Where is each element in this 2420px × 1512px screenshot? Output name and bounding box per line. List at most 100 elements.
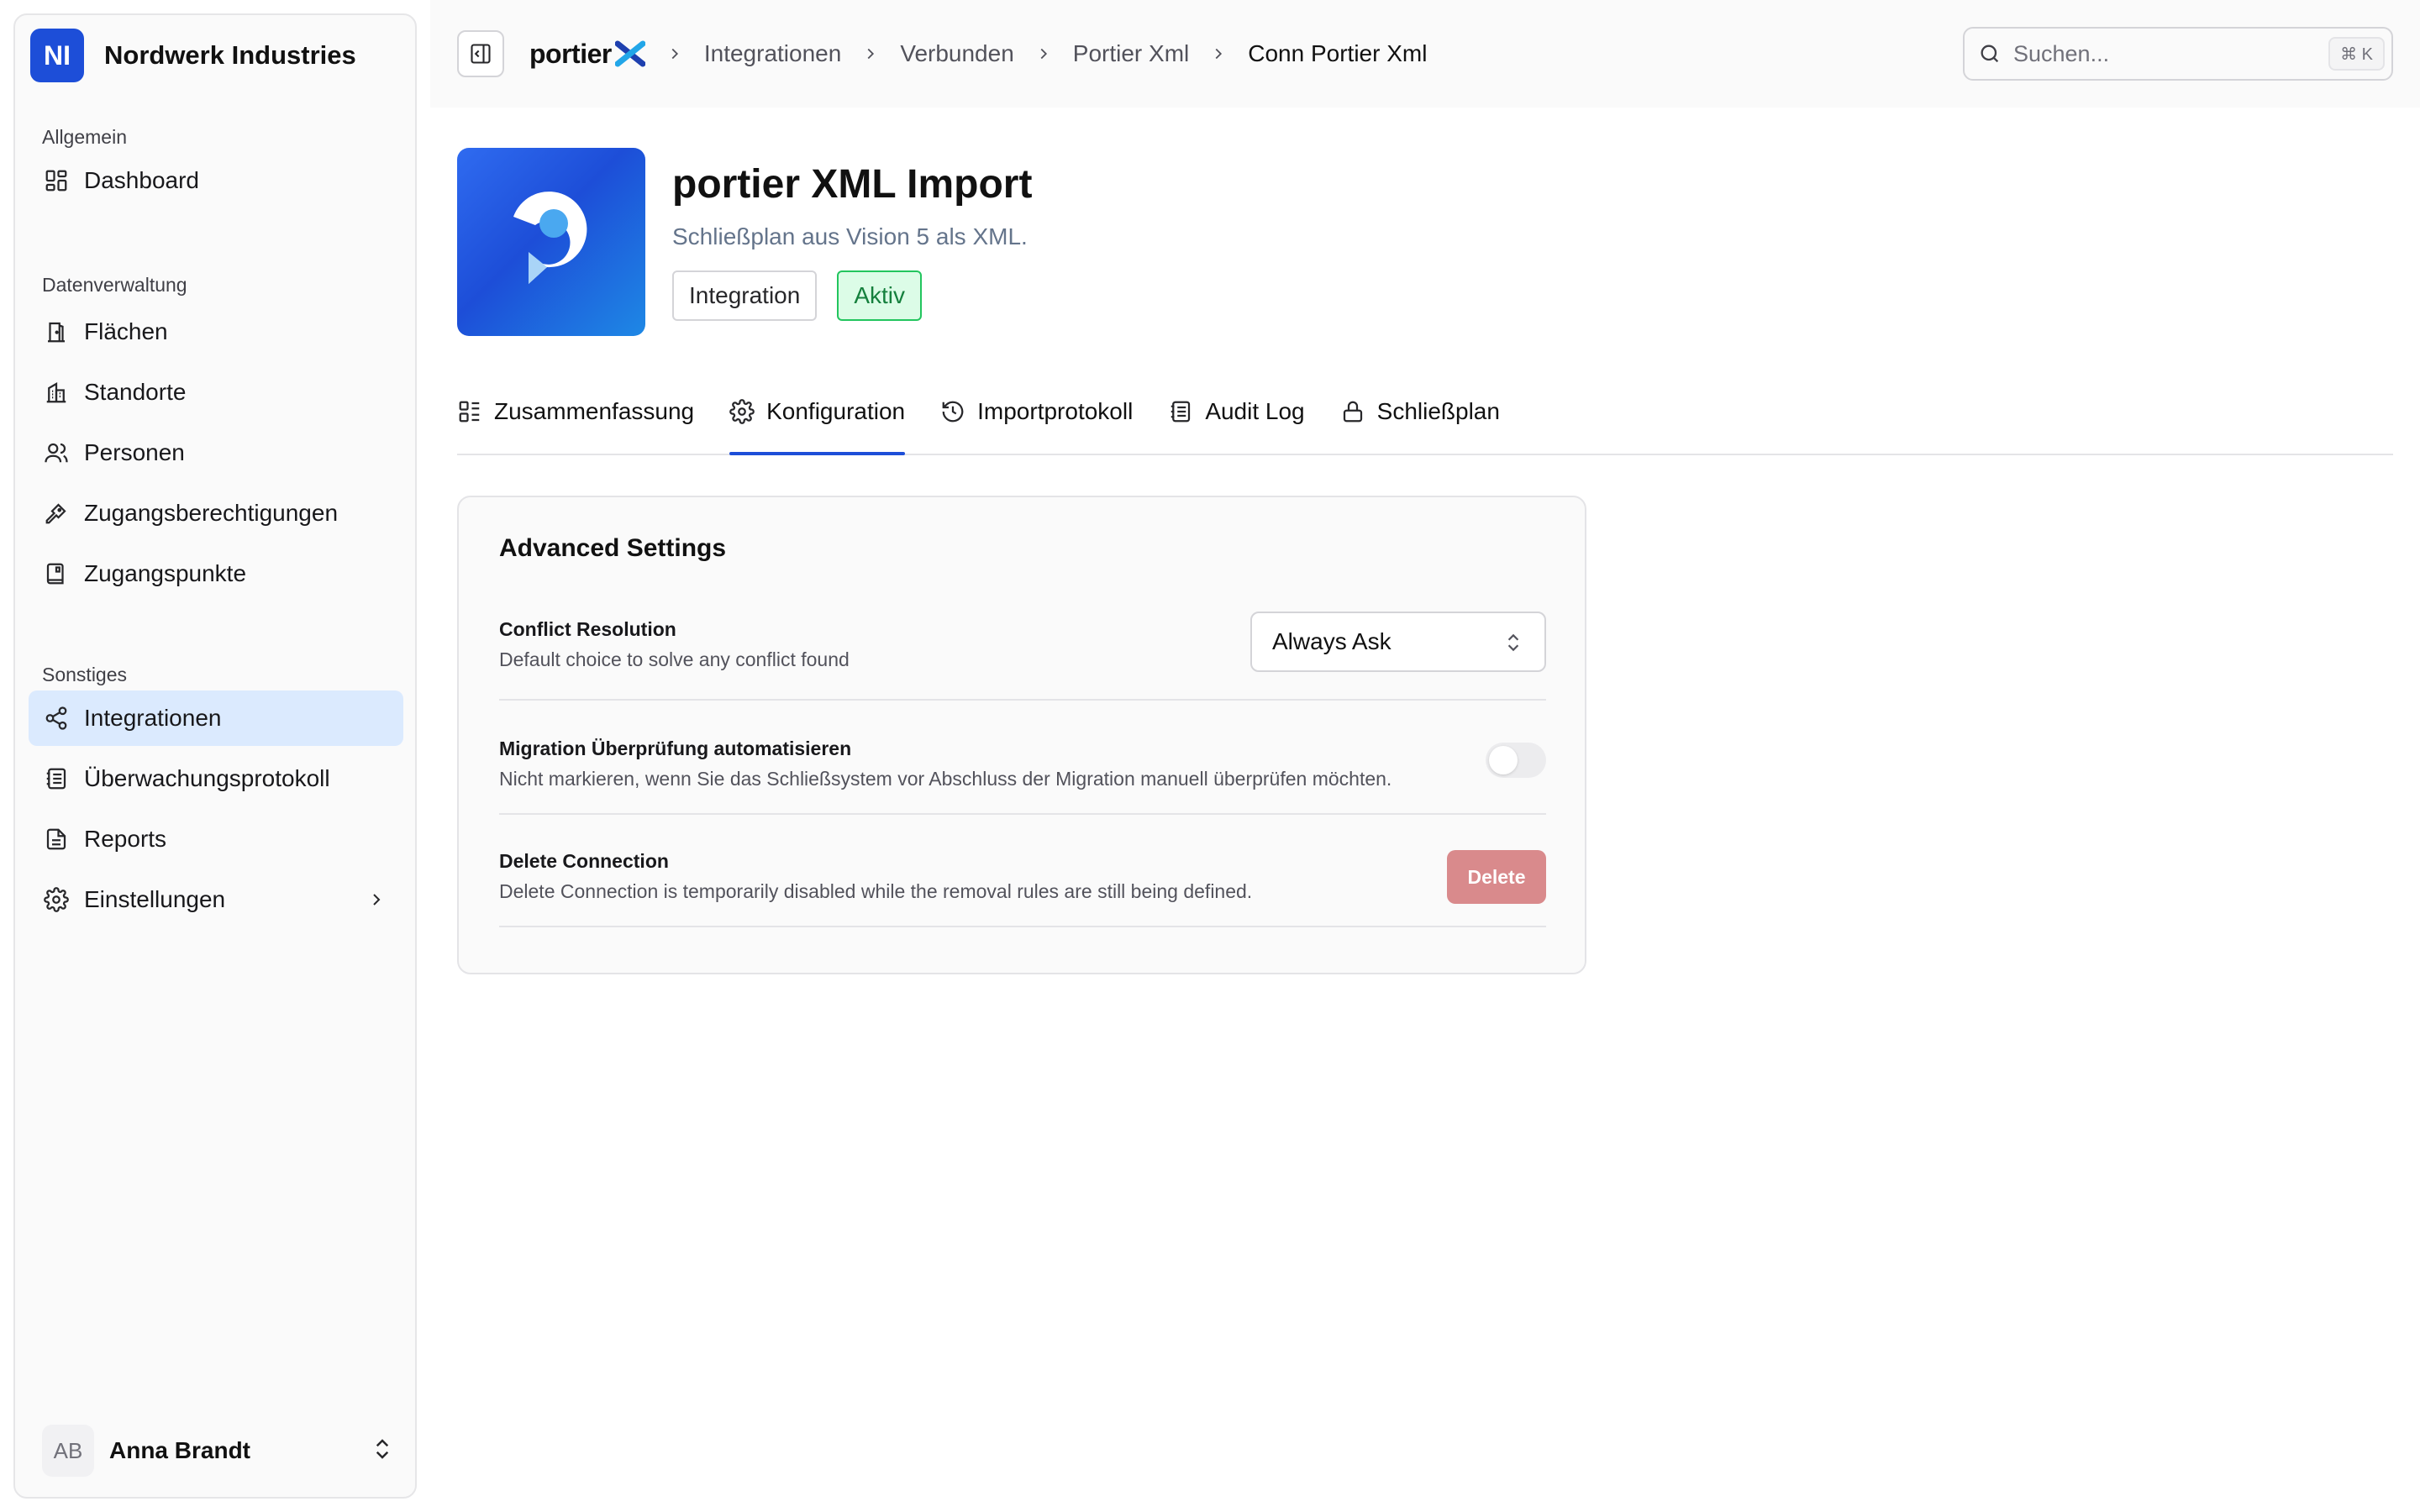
history-icon bbox=[940, 399, 965, 424]
org-switcher[interactable]: NI Nordwerk Industries bbox=[30, 29, 356, 82]
tab-label: Konfiguration bbox=[766, 398, 906, 424]
setting-description: Nicht markieren, wenn Sie das Schließsys… bbox=[499, 768, 1392, 790]
search-shortcut: ⌘ K bbox=[2328, 37, 2385, 71]
setting-migration: Migration Überprüfung automatisieren Nic… bbox=[499, 701, 1546, 815]
chevron-up-down-icon bbox=[370, 1436, 395, 1462]
nav-group-label: Allgemein bbox=[42, 126, 127, 148]
dashboard-icon bbox=[42, 166, 71, 195]
sidebar-item-personen[interactable]: Personen bbox=[29, 425, 403, 480]
tab-konfiguration[interactable]: Konfiguration bbox=[729, 370, 906, 455]
sidebar-item-dashboard[interactable]: Dashboard bbox=[29, 153, 403, 208]
badge-group: Integration Aktiv bbox=[672, 270, 923, 321]
reader-icon bbox=[42, 559, 71, 588]
sidebar-item-label: Integrationen bbox=[84, 705, 222, 731]
log-icon bbox=[42, 764, 71, 793]
nav-group-datenverwaltung: Datenverwaltung Flächen Standorte Person… bbox=[29, 270, 403, 601]
avatar: AB bbox=[42, 1425, 94, 1477]
sidebar-item-standorte[interactable]: Standorte bbox=[29, 365, 403, 420]
building-icon bbox=[42, 378, 71, 407]
brand-name: portier bbox=[529, 38, 612, 69]
org-name: Nordwerk Industries bbox=[104, 40, 356, 70]
nav-group-sonstiges: Sonstiges Integrationen Überwachungsprot… bbox=[29, 660, 403, 927]
card-title: Advanced Settings bbox=[499, 534, 727, 562]
summary-icon bbox=[457, 399, 482, 424]
gear-icon bbox=[42, 885, 71, 914]
chevron-right-icon bbox=[666, 45, 684, 63]
brand-logo[interactable]: portier bbox=[529, 39, 645, 70]
user-menu[interactable]: AB Anna Brandt bbox=[42, 1423, 395, 1478]
gear-icon bbox=[729, 399, 755, 424]
tab-schliessplan[interactable]: Schließplan bbox=[1340, 370, 1500, 454]
sidebar-toggle-button[interactable] bbox=[457, 30, 504, 77]
sidebar-item-reports[interactable]: Reports bbox=[29, 811, 403, 867]
page-subtitle: Schließplan aus Vision 5 als XML. bbox=[672, 223, 1028, 249]
tab-zusammenfassung[interactable]: Zusammenfassung bbox=[457, 370, 694, 454]
toggle-knob bbox=[1489, 746, 1518, 774]
sidebar-item-einstellungen[interactable]: Einstellungen bbox=[29, 872, 403, 927]
sidebar-item-label: Überwachungsprotokoll bbox=[84, 765, 330, 791]
breadcrumb-verbunden[interactable]: Verbunden bbox=[900, 40, 1013, 67]
sidebar-item-label: Dashboard bbox=[84, 167, 199, 193]
tab-audit-log[interactable]: Audit Log bbox=[1168, 370, 1305, 454]
setting-label: Migration Überprüfung automatisieren bbox=[499, 738, 852, 759]
brand-mark-icon bbox=[614, 40, 645, 67]
user-name: Anna Brandt bbox=[109, 1437, 250, 1463]
tab-bar: Zusammenfassung Konfiguration Importprot… bbox=[457, 370, 2393, 455]
breadcrumb-integrationen[interactable]: Integrationen bbox=[704, 40, 841, 67]
type-badge: Integration bbox=[672, 270, 818, 321]
setting-label: Delete Connection bbox=[499, 850, 669, 872]
sidebar-item-label: Personen bbox=[84, 439, 185, 465]
users-icon bbox=[42, 438, 71, 467]
share-icon bbox=[42, 704, 71, 732]
chevron-right-icon bbox=[366, 890, 387, 910]
page-title: portier XML Import bbox=[672, 162, 1033, 207]
setting-conflict-resolution: Conflict Resolution Default choice to so… bbox=[499, 612, 1546, 701]
sidebar-item-label: Einstellungen bbox=[84, 886, 226, 912]
sidebar-item-ueberwachungsprotokoll[interactable]: Überwachungsprotokoll bbox=[29, 751, 403, 806]
breadcrumb-portier-xml[interactable]: Portier Xml bbox=[1073, 40, 1189, 67]
setting-label: Conflict Resolution bbox=[499, 618, 676, 640]
sidebar-toggle-icon bbox=[469, 42, 492, 66]
lock-icon bbox=[1340, 399, 1365, 424]
chevron-right-icon bbox=[1209, 45, 1228, 63]
nav-group-label: Sonstiges bbox=[42, 664, 128, 685]
sidebar: NI Nordwerk Industries Allgemein Dashboa… bbox=[13, 13, 417, 1499]
migration-toggle[interactable] bbox=[1486, 743, 1546, 778]
sidebar-item-label: Zugangspunkte bbox=[84, 560, 247, 586]
key-icon bbox=[42, 499, 71, 528]
top-bar: portier Integrationen Verbunden Portier … bbox=[430, 0, 2420, 108]
sidebar-item-integrationen[interactable]: Integrationen bbox=[29, 690, 403, 746]
search-input[interactable]: Suchen... ⌘ K bbox=[1963, 27, 2393, 81]
sidebar-item-zugangsberechtigungen[interactable]: Zugangsberechtigungen bbox=[29, 486, 403, 541]
portier-logo-icon bbox=[513, 192, 587, 284]
conflict-resolution-select[interactable]: Always Ask bbox=[1250, 612, 1546, 672]
setting-description: Default choice to solve any conflict fou… bbox=[499, 648, 850, 670]
nav-group-allgemein: Allgemein Dashboard bbox=[29, 123, 403, 208]
report-icon bbox=[42, 825, 71, 853]
chevron-right-icon bbox=[861, 45, 880, 63]
tab-label: Audit Log bbox=[1205, 398, 1305, 424]
org-logo: NI bbox=[30, 29, 84, 82]
search-icon bbox=[1978, 42, 2002, 66]
sidebar-item-label: Flächen bbox=[84, 318, 168, 344]
nav-group-label: Datenverwaltung bbox=[42, 274, 187, 296]
status-badge: Aktiv bbox=[837, 270, 923, 321]
chevron-right-icon bbox=[1034, 45, 1053, 63]
sidebar-item-label: Zugangsberechtigungen bbox=[84, 500, 339, 526]
tab-label: Schließplan bbox=[1376, 398, 1500, 424]
sidebar-item-flaechen[interactable]: Flächen bbox=[29, 304, 403, 360]
tab-importprotokoll[interactable]: Importprotokoll bbox=[940, 370, 1133, 454]
sidebar-item-zugangspunkte[interactable]: Zugangspunkte bbox=[29, 546, 403, 601]
log-icon bbox=[1168, 399, 1193, 424]
tab-label: Zusammenfassung bbox=[494, 398, 695, 424]
setting-description: Delete Connection is temporarily disable… bbox=[499, 880, 1253, 902]
door-icon bbox=[42, 318, 71, 346]
breadcrumb: portier Integrationen Verbunden Portier … bbox=[529, 30, 1427, 77]
delete-button[interactable]: Delete bbox=[1447, 850, 1546, 904]
sidebar-item-label: Standorte bbox=[84, 379, 187, 405]
integration-logo bbox=[457, 148, 645, 336]
breadcrumb-current: Conn Portier Xml bbox=[1248, 40, 1428, 66]
search-placeholder: Suchen... bbox=[2013, 40, 2110, 66]
sidebar-item-label: Reports bbox=[84, 826, 167, 852]
setting-delete-connection: Delete Connection Delete Connection is t… bbox=[499, 815, 1546, 927]
